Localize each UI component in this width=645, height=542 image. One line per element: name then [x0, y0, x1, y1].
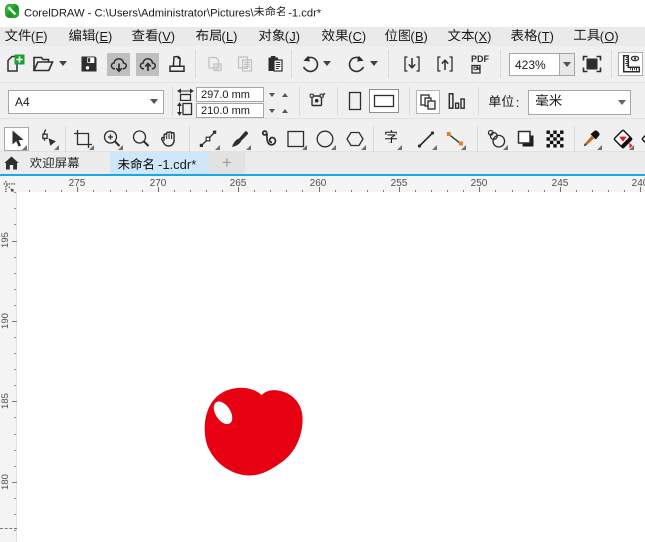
svg-text:PDF: PDF — [471, 54, 490, 64]
